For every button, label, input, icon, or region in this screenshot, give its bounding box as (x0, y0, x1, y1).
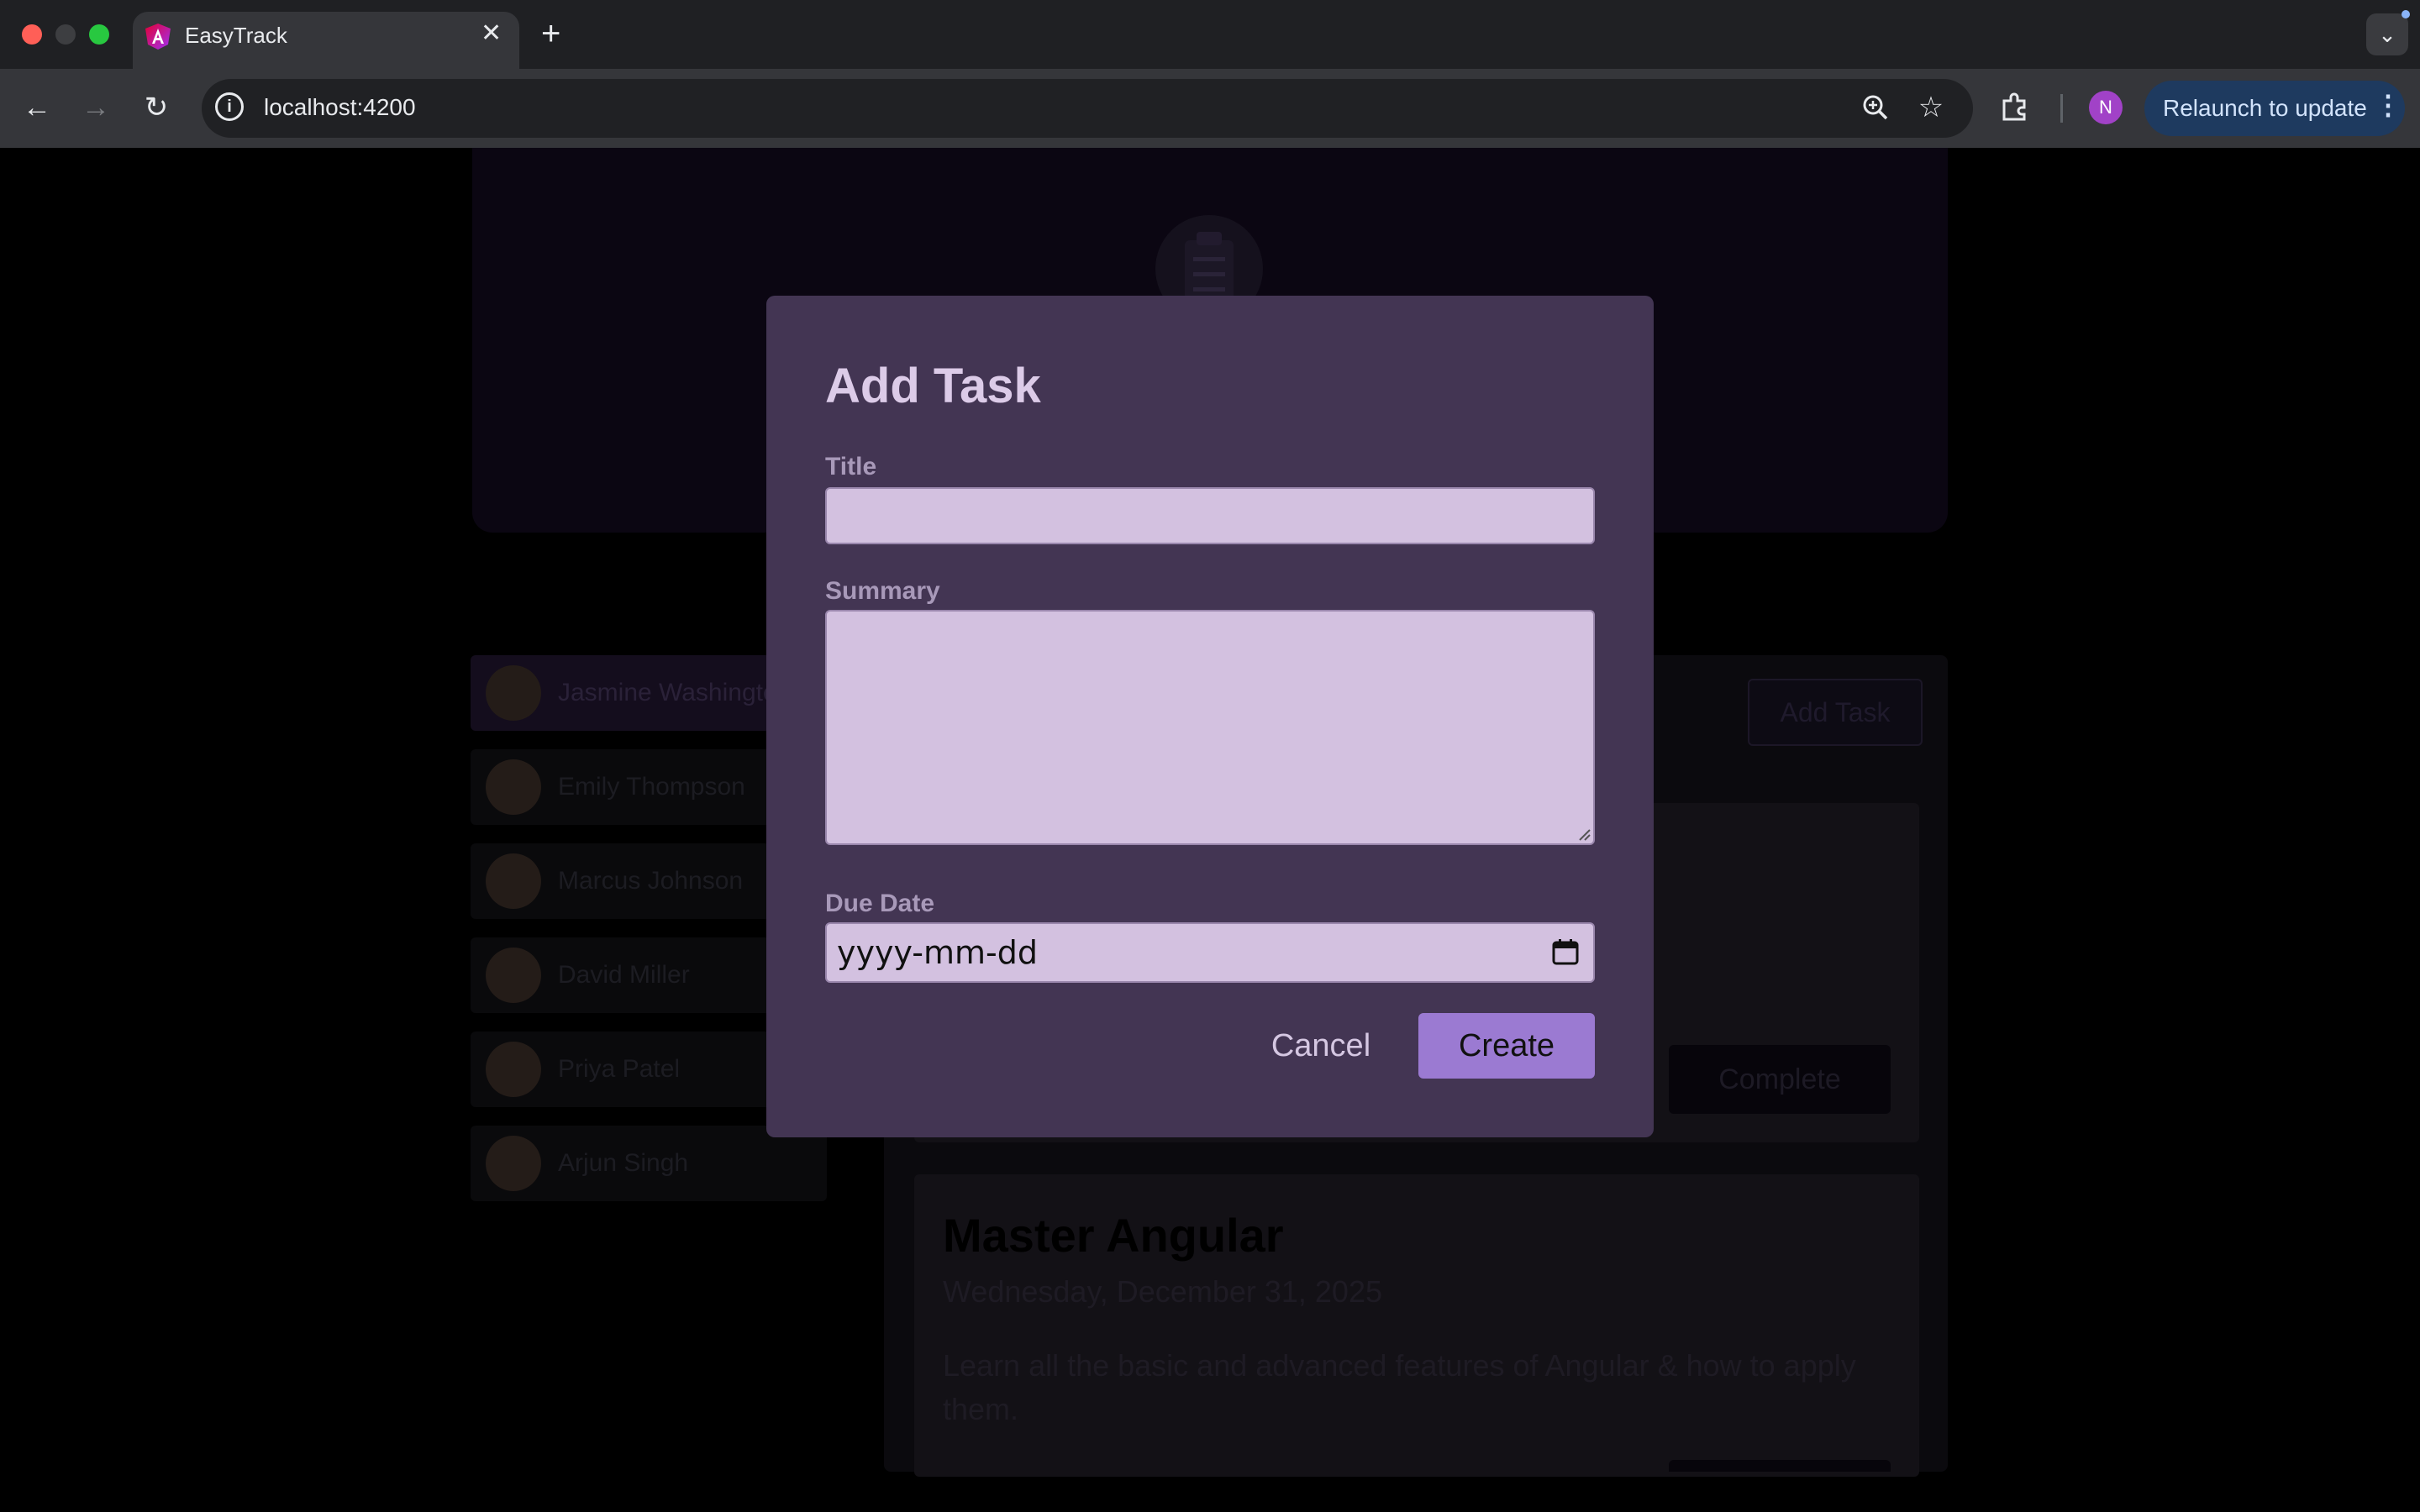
task-summary: Learn all the basic and advanced feature… (943, 1348, 1856, 1426)
title-input[interactable] (825, 487, 1595, 544)
complete-button[interactable]: Complete (1669, 1045, 1891, 1114)
user-name: Marcus Johnson (558, 867, 744, 895)
window-zoom-button[interactable] (89, 24, 109, 45)
tab-title: EasyTrack (185, 23, 287, 48)
summary-textarea[interactable] (825, 610, 1595, 845)
zoom-icon[interactable] (1857, 89, 1894, 126)
add-task-button[interactable]: Add Task (1748, 679, 1923, 746)
window-close-button[interactable] (22, 24, 42, 45)
relaunch-label[interactable]: Relaunch to update (2163, 94, 2367, 123)
window-minimize-button[interactable] (55, 24, 76, 45)
complete-button-partial[interactable] (1669, 1460, 1891, 1472)
summary-label: Summary (825, 577, 940, 605)
extensions-icon[interactable] (1996, 89, 2033, 126)
user-avatar (486, 759, 541, 815)
angular-favicon-icon (145, 24, 171, 50)
address-bar[interactable] (202, 79, 1973, 138)
user-name: Priya Patel (558, 1055, 681, 1083)
forward-icon[interactable]: → (77, 89, 114, 126)
calendar-icon[interactable] (1551, 937, 1580, 966)
user-avatar (486, 948, 541, 1003)
title-label: Title (825, 453, 877, 480)
user-avatar (486, 1042, 541, 1097)
new-tab-icon[interactable]: + (541, 15, 560, 52)
user-name: Arjun Singh (558, 1149, 689, 1177)
user-name: Emily Thompson (558, 773, 745, 801)
profile-avatar[interactable]: N (2089, 91, 2123, 124)
user-avatar (486, 1136, 541, 1191)
tab-close-icon[interactable]: ✕ (481, 20, 502, 47)
resize-handle-icon[interactable] (1576, 827, 1591, 842)
user-name: David Miller (558, 961, 690, 989)
tab-search-icon[interactable]: ⌄ (2366, 13, 2408, 55)
create-button[interactable]: Create (1418, 1013, 1595, 1079)
toolbar-divider (2060, 94, 2063, 123)
task-title: Master Angular (943, 1209, 1284, 1262)
due-date-placeholder[interactable]: yyyy-mm-dd (837, 932, 1038, 973)
site-info-icon[interactable]: i (215, 92, 244, 121)
bookmark-star-icon[interactable]: ☆ (1912, 89, 1949, 126)
task-due-date: Wednesday, December 31, 2025 (943, 1274, 1382, 1309)
back-icon[interactable]: ← (18, 89, 55, 126)
user-name: Jasmine Washington (558, 679, 792, 706)
more-menu-icon[interactable]: ⋮ (2375, 91, 2402, 119)
url-text[interactable]: localhost:4200 (264, 92, 416, 123)
due-date-label: Due Date (825, 890, 935, 917)
dialog-title: Add Task (825, 359, 1041, 413)
user-avatar (486, 853, 541, 909)
reload-icon[interactable]: ↻ (138, 89, 175, 126)
cancel-button[interactable]: Cancel (1260, 1013, 1381, 1079)
notification-dot (2402, 10, 2410, 18)
user-avatar (486, 665, 541, 721)
